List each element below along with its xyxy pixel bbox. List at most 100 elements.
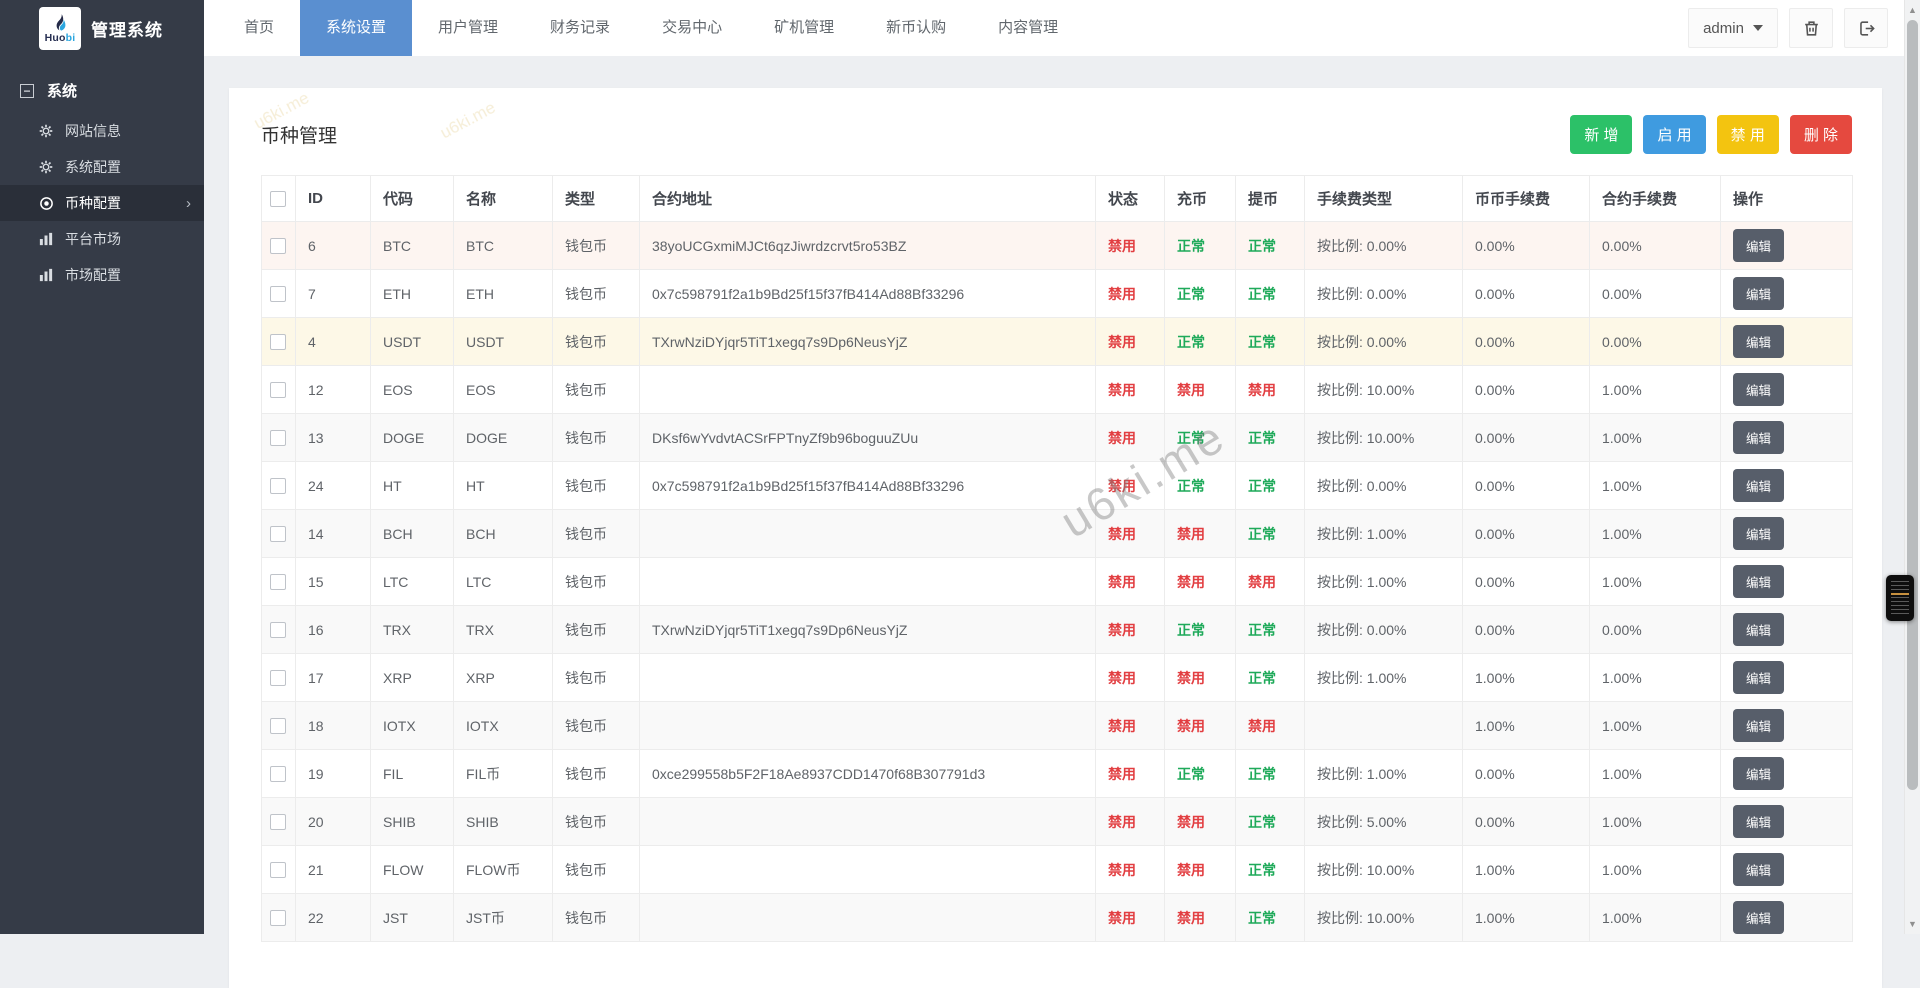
cell-contract-address (639, 557, 1096, 606)
cell-contract-address: 0x7c598791f2a1b9Bd25f15f37fB414Ad88Bf332… (639, 461, 1096, 510)
edit-button[interactable]: 编辑 (1733, 325, 1785, 358)
row-checkbox[interactable] (270, 238, 286, 255)
sidebar-item-system-config[interactable]: 系统配置 (0, 149, 204, 185)
nav-tab-new-coin[interactable]: 新币认购 (860, 0, 972, 56)
edit-button[interactable]: 编辑 (1733, 277, 1785, 310)
cell-name: FIL币 (453, 749, 553, 798)
sidebar-group-system[interactable]: − 系统 (0, 56, 204, 113)
row-checkbox[interactable] (270, 622, 286, 639)
clear-cache-button[interactable] (1789, 8, 1833, 48)
cell-withdraw-status: 正常 (1235, 317, 1305, 366)
scroll-up-arrow[interactable]: ▲ (1905, 2, 1920, 18)
cell-id: 24 (295, 461, 371, 510)
header-type: 类型 (552, 175, 640, 222)
row-checkbox[interactable] (270, 382, 286, 399)
cell-fee-type: 按比例: 1.00% (1304, 749, 1463, 798)
topbar-controls: admin (1688, 8, 1888, 48)
cell-fee-type: 按比例: 0.00% (1304, 269, 1463, 318)
row-checkbox[interactable] (270, 574, 286, 591)
cell-deposit-status: 禁用 (1164, 509, 1236, 558)
cell-checkbox (261, 461, 296, 510)
row-checkbox[interactable] (270, 526, 286, 543)
row-checkbox[interactable] (270, 718, 286, 735)
disable-button[interactable]: 禁 用 (1716, 115, 1779, 154)
edit-button[interactable]: 编辑 (1733, 613, 1785, 646)
cell-id: 16 (295, 605, 371, 654)
nav-tab-home[interactable]: 首页 (218, 0, 300, 56)
scroll-marker-accent (1891, 593, 1909, 595)
huobi-logo: Huobi (39, 6, 81, 50)
sidebar-item-coin-config[interactable]: 币种配置 › (0, 185, 204, 221)
nav-tab-trade-center[interactable]: 交易中心 (636, 0, 748, 56)
row-checkbox[interactable] (270, 910, 286, 927)
edit-button[interactable]: 编辑 (1733, 901, 1785, 934)
nav-tab-finance[interactable]: 财务记录 (524, 0, 636, 56)
sidebar-item-platform-market[interactable]: 平台市场 (0, 221, 204, 257)
main-nav: 首页 系统设置 用户管理 财务记录 交易中心 矿机管理 新币认购 内容管理 (204, 0, 1084, 56)
edit-button[interactable]: 编辑 (1733, 469, 1785, 502)
row-checkbox[interactable] (270, 814, 286, 831)
cell-id: 15 (295, 557, 371, 606)
sidebar-item-site-info[interactable]: 网站信息 (0, 113, 204, 149)
cell-id: 13 (295, 413, 371, 462)
nav-tab-system-settings[interactable]: 系统设置 (300, 0, 413, 56)
delete-button[interactable]: 删 除 (1789, 115, 1852, 154)
scroll-down-arrow[interactable]: ▼ (1905, 916, 1920, 932)
sidebar-item-market-config[interactable]: 市场配置 (0, 257, 204, 293)
nav-tab-users[interactable]: 用户管理 (412, 0, 524, 56)
cell-id: 4 (295, 317, 371, 366)
cell-deposit-status: 禁用 (1164, 893, 1236, 942)
edit-button[interactable]: 编辑 (1733, 709, 1785, 742)
select-all-checkbox[interactable] (270, 191, 286, 208)
cell-name: LTC (453, 557, 553, 606)
row-checkbox[interactable] (270, 670, 286, 687)
cell-coin-fee: 0.00% (1462, 557, 1590, 606)
cell-deposit-status: 正常 (1164, 317, 1236, 366)
row-checkbox[interactable] (270, 478, 286, 495)
edit-button[interactable]: 编辑 (1733, 229, 1785, 262)
edit-button[interactable]: 编辑 (1733, 517, 1785, 550)
edit-button[interactable]: 编辑 (1733, 805, 1785, 838)
nav-tab-miner[interactable]: 矿机管理 (748, 0, 860, 56)
cell-status: 禁用 (1095, 509, 1165, 558)
logout-icon (1859, 20, 1875, 36)
cell-id: 20 (295, 797, 371, 846)
row-checkbox[interactable] (270, 766, 286, 783)
nav-tab-content[interactable]: 内容管理 (972, 0, 1084, 56)
table-row: 16 TRX TRX 钱包币 TXrwNziDYjqr5TiT1xegq7s9D… (261, 605, 1853, 654)
cell-code: USDT (370, 317, 454, 366)
edit-button[interactable]: 编辑 (1733, 853, 1785, 886)
edit-button[interactable]: 编辑 (1733, 373, 1785, 406)
cell-status: 禁用 (1095, 221, 1165, 270)
row-checkbox[interactable] (270, 334, 286, 351)
edit-button[interactable]: 编辑 (1733, 421, 1785, 454)
row-checkbox[interactable] (270, 430, 286, 447)
row-checkbox[interactable] (270, 286, 286, 303)
cell-deposit-status: 禁用 (1164, 653, 1236, 702)
enable-button[interactable]: 启 用 (1643, 115, 1706, 154)
scrollbar-thumb[interactable] (1907, 20, 1918, 790)
add-button[interactable]: 新 增 (1570, 115, 1633, 154)
cell-status: 禁用 (1095, 653, 1165, 702)
cell-actions: 编辑 (1720, 557, 1853, 606)
table-row: 15 LTC LTC 钱包币 禁用 禁用 禁用 按比例: 1.00% 0.00%… (261, 557, 1853, 606)
row-checkbox[interactable] (270, 862, 286, 879)
scroll-marker-widget[interactable] (1886, 575, 1914, 621)
sidebar-item-label: 网站信息 (65, 123, 121, 139)
vertical-scrollbar[interactable]: ▲ ▼ (1904, 0, 1920, 934)
edit-button[interactable]: 编辑 (1733, 661, 1785, 694)
cell-withdraw-status: 正常 (1235, 605, 1305, 654)
edit-button[interactable]: 编辑 (1733, 565, 1785, 598)
gear-icon (38, 160, 54, 174)
cell-contract-fee: 0.00% (1589, 317, 1721, 366)
cell-name: USDT (453, 317, 553, 366)
admin-dropdown[interactable]: admin (1688, 8, 1778, 48)
edit-button[interactable]: 编辑 (1733, 757, 1785, 790)
sidebar-group-label: 系统 (47, 83, 78, 100)
cell-contract-address: TXrwNziDYjqr5TiT1xegq7s9Dp6NeusYjZ (639, 605, 1096, 654)
sidebar-item-label: 市场配置 (65, 267, 121, 283)
trash-icon (1804, 20, 1818, 36)
action-buttons: 新 增 启 用 禁 用 删 除 (1570, 115, 1852, 154)
logout-button[interactable] (1844, 8, 1888, 48)
cell-withdraw-status: 正常 (1235, 845, 1305, 894)
